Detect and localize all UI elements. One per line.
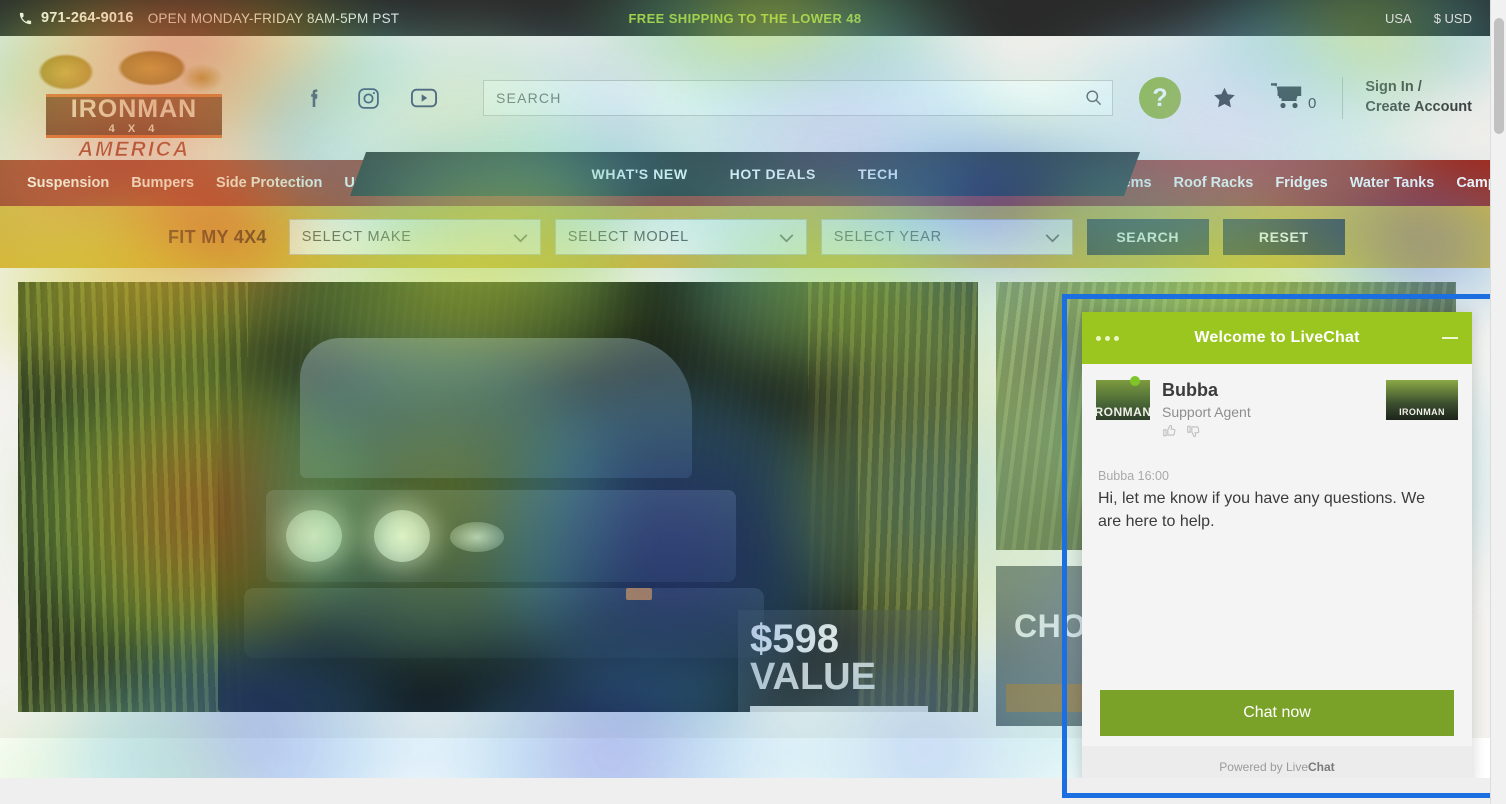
cart-button[interactable]: 0 xyxy=(1270,82,1316,115)
browser-viewport: 971-264-9016 OPEN MONDAY-FRIDAY 8am-5pm … xyxy=(0,0,1506,804)
livechat-header: Welcome to LiveChat xyxy=(1082,312,1472,364)
select-make-dropdown[interactable]: SELECT MAKE xyxy=(288,219,541,255)
vehicle-fit-bar: FIT MY 4X4 SELECT MAKE SELECT MODEL SELE… xyxy=(0,206,1490,268)
livechat-message-area: Bubba 16:00 Hi, let me know if you have … xyxy=(1082,449,1472,690)
powered-suffix: Chat xyxy=(1308,760,1335,774)
logo-sub-text: 4 X 4 xyxy=(108,123,160,135)
search-container xyxy=(483,80,1114,116)
brand-logo: IRONMAN xyxy=(1386,380,1458,420)
search-input[interactable] xyxy=(483,80,1114,116)
chevron-down-icon xyxy=(1045,231,1060,247)
instagram-icon[interactable] xyxy=(356,86,381,111)
fit-my-4x4-label: FIT MY 4X4 xyxy=(168,226,267,247)
nav-tech[interactable]: TECH xyxy=(858,166,899,182)
nav-hot-deals[interactable]: HOT DEALS xyxy=(730,166,816,182)
social-links xyxy=(302,86,437,111)
select-model-value: SELECT MODEL xyxy=(567,229,690,245)
facebook-icon[interactable] xyxy=(302,86,326,110)
site-header: IRONMAN 4 X 4 AMERICA SEARCH ? 0 Sign In… xyxy=(0,36,1490,161)
chat-now-button[interactable]: Chat now xyxy=(1100,690,1454,736)
livechat-title: Welcome to LiveChat xyxy=(1194,329,1360,346)
vehicle-badge xyxy=(450,522,504,552)
thumbs-up-icon[interactable] xyxy=(1162,424,1176,441)
currency-selector[interactable]: $ USD xyxy=(1434,11,1472,26)
rating-controls[interactable] xyxy=(1162,424,1251,441)
help-button[interactable]: ? xyxy=(1139,77,1182,119)
chevron-down-icon xyxy=(513,231,528,247)
vehicle-bumper xyxy=(244,588,764,658)
header-divider xyxy=(1342,77,1344,119)
select-make-value: SELECT MAKE xyxy=(301,229,412,245)
fit-reset-button[interactable]: RESET xyxy=(1222,219,1345,255)
secondary-nav: WHAT'S NEW HOT DEALS TECH xyxy=(350,152,1140,196)
cart-icon xyxy=(1270,82,1304,115)
select-year-value: SELECT YEAR xyxy=(833,229,942,245)
trees-left xyxy=(18,282,248,712)
nav-bumpers[interactable]: Bumpers xyxy=(120,175,205,191)
country-selector[interactable]: USA xyxy=(1385,11,1412,26)
phone-number[interactable]: 971-264-9016 xyxy=(41,10,134,26)
page-scrollbar[interactable] xyxy=(1490,0,1506,804)
nav-water-tanks[interactable]: Water Tanks xyxy=(1339,175,1446,191)
phone-icon xyxy=(18,11,33,26)
youtube-icon[interactable] xyxy=(411,88,437,108)
livechat-footer: Chat now xyxy=(1082,690,1472,746)
online-status-indicator xyxy=(1130,376,1140,386)
powered-prefix: Powered by Live xyxy=(1219,760,1309,774)
star-icon[interactable] xyxy=(1211,85,1238,111)
agent-avatar: RONMAN xyxy=(1094,380,1152,420)
nav-whats-new[interactable]: WHAT'S NEW xyxy=(592,166,688,182)
cart-count: 0 xyxy=(1308,94,1317,112)
select-year-dropdown[interactable]: SELECT YEAR xyxy=(820,219,1073,255)
message-body: Hi, let me know if you have any question… xyxy=(1098,489,1425,530)
thumbs-down-icon[interactable] xyxy=(1186,424,1200,441)
select-model-dropdown[interactable]: SELECT MODEL xyxy=(554,219,807,255)
vehicle-indicator xyxy=(626,588,652,600)
hero-banner[interactable]: $598 VALUE xyxy=(18,282,978,712)
value-word: VALUE xyxy=(750,656,876,698)
vehicle-windshield xyxy=(300,338,692,478)
agent-avatar-text: RONMAN xyxy=(1094,405,1152,419)
scrollbar-thumb[interactable] xyxy=(1494,18,1504,134)
page-bottom-strip xyxy=(0,778,1490,804)
brand-logo-text: IRONMAN xyxy=(1399,407,1445,417)
value-amount: $598 xyxy=(750,617,839,661)
nav-fridges[interactable]: Fridges xyxy=(1264,175,1338,191)
sign-in-label: Sign In / xyxy=(1365,79,1422,96)
vehicle-headlight-left xyxy=(286,510,342,562)
chevron-down-icon xyxy=(779,231,794,247)
business-hours: OPEN MONDAY-FRIDAY 8am-5pm PST xyxy=(147,10,400,26)
account-link[interactable]: Sign In / Create Account xyxy=(1365,78,1472,117)
nav-side-protection[interactable]: Side Protection xyxy=(205,175,333,191)
value-underline xyxy=(750,706,928,712)
agent-name: Bubba xyxy=(1162,380,1218,400)
fit-search-button[interactable]: SEARCH xyxy=(1086,219,1209,255)
agent-role: Support Agent xyxy=(1162,403,1251,420)
logo-region-text: AMERICA xyxy=(78,138,190,162)
create-account-label: Create Account xyxy=(1365,99,1472,115)
value-callout: $598 VALUE xyxy=(738,610,938,712)
site-logo[interactable]: IRONMAN 4 X 4 AMERICA xyxy=(18,42,250,161)
livechat-agent-row: RONMAN Bubba Support Agent IRONMAN xyxy=(1082,364,1472,449)
vehicle-headlight-right xyxy=(374,510,430,562)
nav-camping[interactable]: Camping xyxy=(1445,175,1490,191)
nav-suspension[interactable]: Suspension xyxy=(16,175,120,191)
nav-roof-racks[interactable]: Roof Racks xyxy=(1163,175,1265,191)
search-icon[interactable] xyxy=(1084,88,1103,112)
logo-plate: IRONMAN 4 X 4 xyxy=(46,94,222,138)
livechat-widget[interactable]: Welcome to LiveChat RONMAN Bubba Support… xyxy=(1082,312,1472,786)
announcement-bar: 971-264-9016 OPEN MONDAY-FRIDAY 8am-5pm … xyxy=(0,0,1490,36)
message-meta: Bubba 16:00 xyxy=(1098,468,1169,483)
minimize-icon[interactable] xyxy=(1442,337,1458,339)
logo-brand-text: IRONMAN xyxy=(70,95,198,123)
